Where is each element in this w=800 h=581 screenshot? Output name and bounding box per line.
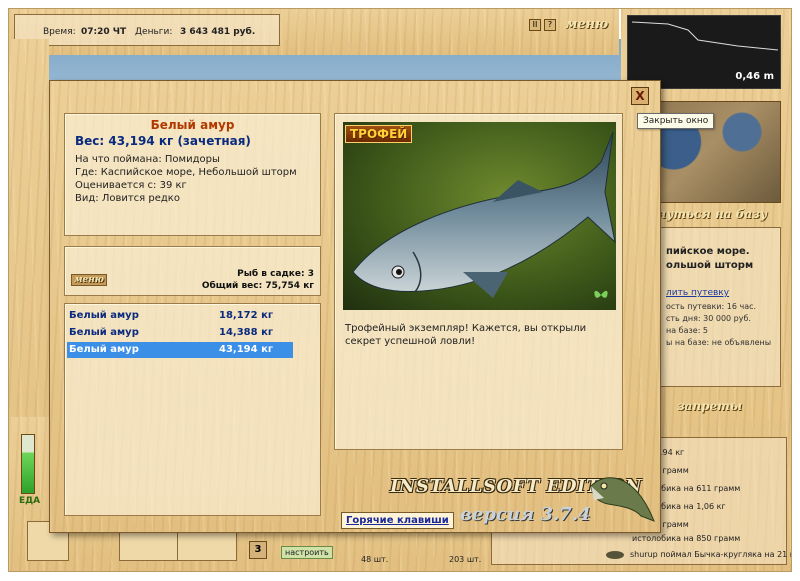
trophy-threshold: Оценивается с: 39 кг bbox=[75, 180, 187, 191]
setup-button[interactable]: настроить bbox=[281, 546, 333, 559]
fish-name: Белый амур bbox=[150, 118, 235, 132]
trophy-badge: ТРОФЕЙ bbox=[345, 125, 413, 143]
bans-button[interactable]: запреты bbox=[677, 399, 742, 413]
status-box: Время: 07:20 ЧТ Деньги: 3 643 481 руб. bbox=[14, 14, 280, 46]
catch-list: Белый амур 18,172 кг Белый амур 14,388 к… bbox=[64, 303, 321, 516]
bait-count-2: 203 шт. bbox=[449, 555, 482, 564]
catch-weight: 18,172 кг bbox=[219, 310, 274, 321]
top-bar: Время: 07:20 ЧТ Деньги: 3 643 481 руб. I… bbox=[9, 9, 619, 55]
total-weight: Общий вес: 75,754 кг bbox=[201, 281, 314, 291]
game-window: Время: 07:20 ЧТ Деньги: 3 643 481 руб. I… bbox=[8, 8, 792, 572]
fish-icon bbox=[606, 550, 624, 559]
location-name: пийское море. bbox=[666, 246, 750, 257]
fish-info-panel: Белый амур Вес: 43,194 кг (зачетная) На … bbox=[64, 113, 321, 236]
keep-net-summary: меню Рыб в садке: 3 Общий вес: 75,754 кг bbox=[64, 246, 321, 296]
food-gauge bbox=[21, 434, 35, 494]
catch-weight: 43,194 кг bbox=[219, 344, 274, 355]
version-label: версия 3.7.4 bbox=[460, 504, 591, 525]
return-base-button[interactable]: рнуться на базу bbox=[649, 207, 767, 221]
fish-catch-dialog: X Белый амур Вес: 43,194 кг (зачетная) Н… bbox=[49, 80, 661, 533]
hotkeys-link[interactable]: Горячие клавиши bbox=[341, 512, 454, 529]
fish-photo: ТРОФЕЙ bbox=[343, 122, 616, 310]
grass-carp-image bbox=[352, 131, 616, 298]
butterfly-icon bbox=[594, 290, 608, 298]
catch-row[interactable]: Белый амур 14,388 кг bbox=[67, 325, 293, 341]
catch-fish-name: Белый амур bbox=[69, 310, 139, 321]
catch-row-selected[interactable]: Белый амур 43,194 кг bbox=[67, 342, 293, 358]
close-button[interactable]: X bbox=[631, 87, 649, 105]
food-gauge-label: ЕДА bbox=[19, 496, 41, 506]
info-line: сть дня: 30 000 руб. bbox=[666, 314, 751, 323]
depth-map: 0,46 m bbox=[627, 15, 781, 89]
main-menu-button[interactable]: меню bbox=[565, 17, 608, 32]
info-line: ость путевки: 16 час. bbox=[666, 302, 757, 311]
fish-count: Рыб в садке: 3 bbox=[237, 269, 314, 279]
catch-row[interactable]: Белый амур 18,172 кг bbox=[67, 308, 293, 324]
time-value: 07:20 ЧТ bbox=[81, 27, 127, 37]
news-text: shurup поймал Бычка-кругляка на 21 грамм bbox=[630, 550, 791, 559]
news-item: истолобика на 850 грамм bbox=[632, 534, 741, 543]
catch-weight: 14,388 кг bbox=[219, 327, 274, 338]
catch-location: Где: Каспийское море, Небольшой шторм bbox=[75, 167, 297, 178]
money-label: Деньги: bbox=[135, 27, 173, 37]
trophy-message: Трофейный экземпляр! Кажется, вы открыли… bbox=[345, 323, 587, 347]
catch-fish-name: Белый амур bbox=[69, 327, 139, 338]
news-item: shurup поймал Бычка-кругляка на 21 грамм bbox=[606, 550, 791, 559]
fish-weight: Вес: 43,194 кг (зачетная) bbox=[75, 134, 251, 148]
game-menu: II? меню bbox=[529, 17, 608, 32]
help-button[interactable]: ? bbox=[544, 18, 556, 31]
info-line: на базе: 5 bbox=[666, 326, 709, 335]
bait-count-1: 48 шт. bbox=[361, 555, 389, 564]
time-label: Время: bbox=[43, 27, 76, 37]
weather: ольшой шторм bbox=[666, 260, 754, 271]
depth-readout: 0,46 m bbox=[735, 71, 774, 82]
rarity: Вид: Ловится редко bbox=[75, 193, 180, 204]
pause-button[interactable]: II bbox=[529, 18, 541, 31]
info-line: ы на базе: не объявлены bbox=[666, 338, 772, 347]
bait-used: На что поймана: Помидоры bbox=[75, 154, 220, 165]
net-menu-button[interactable]: меню bbox=[71, 274, 107, 286]
extend-permit-link[interactable]: лить путевку bbox=[666, 288, 729, 298]
pike-logo-icon bbox=[590, 477, 655, 522]
close-tooltip: Закрыть окно bbox=[637, 113, 715, 129]
money-value: 3 643 481 руб. bbox=[180, 27, 256, 37]
catch-fish-name: Белый амур bbox=[69, 344, 139, 355]
trophy-panel: ТРОФЕЙ Трофейный экземпляр! Кажется, вы … bbox=[334, 113, 623, 450]
slot-number[interactable]: 3 bbox=[249, 541, 267, 559]
